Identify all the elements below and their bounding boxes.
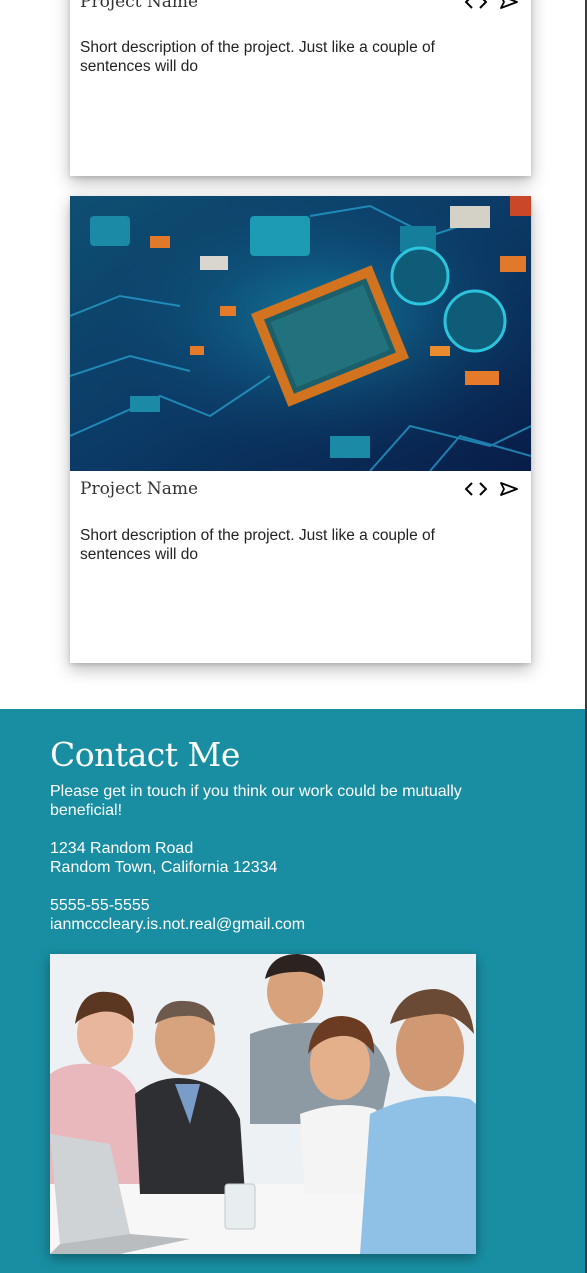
- send-icon[interactable]: [499, 0, 519, 10]
- contact-intro: Please get in touch if you think our wor…: [50, 783, 462, 819]
- contact-photo-team: [50, 954, 476, 1254]
- project-description: Short description of the project. Just l…: [80, 39, 435, 75]
- address-line-1: 1234 Random Road: [50, 840, 194, 857]
- code-icon[interactable]: [465, 0, 487, 10]
- project-card: Project Name Short description of the pr…: [70, 196, 531, 663]
- project-image-circuit-board: [70, 196, 531, 471]
- contact-heading: Contact Me: [50, 735, 240, 774]
- project-title: Project Name: [80, 479, 199, 499]
- project-card: Project Name Short description of the pr…: [70, 0, 531, 176]
- project-title: Project Name: [80, 0, 199, 12]
- project-description: Short description of the project. Just l…: [80, 527, 435, 563]
- code-icon[interactable]: [465, 481, 487, 497]
- email-link[interactable]: ianmcccleary.is.not.real@gmail.com: [50, 915, 305, 934]
- send-icon[interactable]: [499, 481, 519, 497]
- contact-section: Contact Me Please get in touch if you th…: [0, 709, 585, 1273]
- address-line-2: Random Town, California 12334: [50, 859, 278, 876]
- phone-number: 5555-55-5555: [50, 897, 150, 914]
